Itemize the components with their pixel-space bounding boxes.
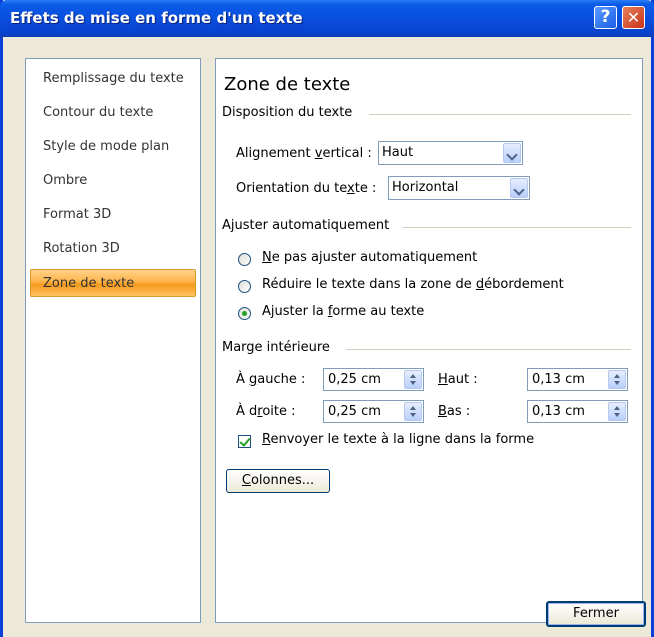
section-divider xyxy=(369,114,631,115)
top-margin-value: 0,13 cm xyxy=(532,372,585,387)
help-button[interactable]: ? xyxy=(594,6,617,29)
settings-panel: Zone de texte Disposition du texte Align… xyxy=(215,58,643,623)
nav-item-outline-style[interactable]: Style de mode plan xyxy=(26,133,200,161)
vertical-alignment-value: Haut xyxy=(382,145,414,160)
no-autofit-label[interactable]: Ne pas ajuster automatiquement xyxy=(262,250,477,265)
text-orientation-select[interactable]: Horizontal xyxy=(388,176,530,200)
spinner-arrows-icon[interactable] xyxy=(608,370,626,389)
left-margin-label: À gauche : xyxy=(236,372,306,387)
section-divider xyxy=(402,227,631,228)
nav-item-3d-rotation[interactable]: Rotation 3D xyxy=(26,235,200,263)
spinner-arrows-icon[interactable] xyxy=(608,402,626,421)
text-orientation-label: Orientation du texte : xyxy=(236,181,377,196)
chevron-down-icon[interactable] xyxy=(503,143,521,163)
chevron-down-icon[interactable] xyxy=(510,178,528,198)
vertical-alignment-label: Alignement vertical : xyxy=(236,146,372,161)
category-list: Remplissage du texte Contour du texte St… xyxy=(25,58,201,623)
right-margin-input[interactable]: 0,25 cm xyxy=(323,400,424,423)
left-margin-value: 0,25 cm xyxy=(328,372,381,387)
dialog-title: Effets de mise en forme d'un texte xyxy=(10,9,303,27)
close-window-button[interactable]: ✕ xyxy=(622,6,645,29)
nav-item-text-box[interactable]: Zone de texte xyxy=(30,269,196,297)
vertical-alignment-select[interactable]: Haut xyxy=(378,141,523,165)
top-margin-input[interactable]: 0,13 cm xyxy=(527,368,628,391)
radio-no-autofit[interactable] xyxy=(238,253,251,266)
help-icon: ? xyxy=(600,7,611,27)
wrap-text-checkbox[interactable] xyxy=(238,435,251,448)
bottom-margin-input[interactable]: 0,13 cm xyxy=(527,400,628,423)
section-autofit-label: Ajuster automatiquement xyxy=(222,218,390,233)
right-margin-label: À droite : xyxy=(236,404,296,419)
close-button[interactable]: Fermer xyxy=(546,601,646,627)
top-margin-label: Haut : xyxy=(438,372,478,387)
radio-selected-dot xyxy=(242,311,247,316)
nav-item-shadow[interactable]: Ombre xyxy=(26,167,200,195)
section-divider xyxy=(346,349,631,350)
section-layout-label: Disposition du texte xyxy=(222,105,353,120)
shrink-on-overflow-label[interactable]: Réduire le texte dans la zone de déborde… xyxy=(262,277,564,292)
bottom-margin-label: Bas : xyxy=(438,404,471,419)
columns-button[interactable]: Colonnes... xyxy=(226,469,330,493)
resize-shape-label[interactable]: Ajuster la forme au texte xyxy=(262,304,424,319)
left-margin-input[interactable]: 0,25 cm xyxy=(323,368,424,391)
nav-item-3d-format[interactable]: Format 3D xyxy=(26,201,200,229)
close-icon: ✕ xyxy=(626,8,641,27)
nav-item-text-fill[interactable]: Remplissage du texte xyxy=(26,65,200,93)
nav-item-text-outline[interactable]: Contour du texte xyxy=(26,99,200,127)
spinner-arrows-icon[interactable] xyxy=(404,370,422,389)
section-margins-label: Marge intérieure xyxy=(222,340,330,355)
wrap-text-label[interactable]: Renvoyer le texte à la ligne dans la for… xyxy=(262,432,534,447)
radio-resize-shape[interactable] xyxy=(238,307,251,320)
right-margin-value: 0,25 cm xyxy=(328,404,381,419)
panel-heading: Zone de texte xyxy=(224,74,351,95)
text-orientation-value: Horizontal xyxy=(392,180,459,195)
dialog-window: Effets de mise en forme d'un texte ? ✕ R… xyxy=(0,0,654,637)
bottom-margin-value: 0,13 cm xyxy=(532,404,585,419)
title-bar[interactable]: Effets de mise en forme d'un texte ? ✕ xyxy=(0,0,654,37)
spinner-arrows-icon[interactable] xyxy=(404,402,422,421)
radio-shrink-on-overflow[interactable] xyxy=(238,280,251,293)
